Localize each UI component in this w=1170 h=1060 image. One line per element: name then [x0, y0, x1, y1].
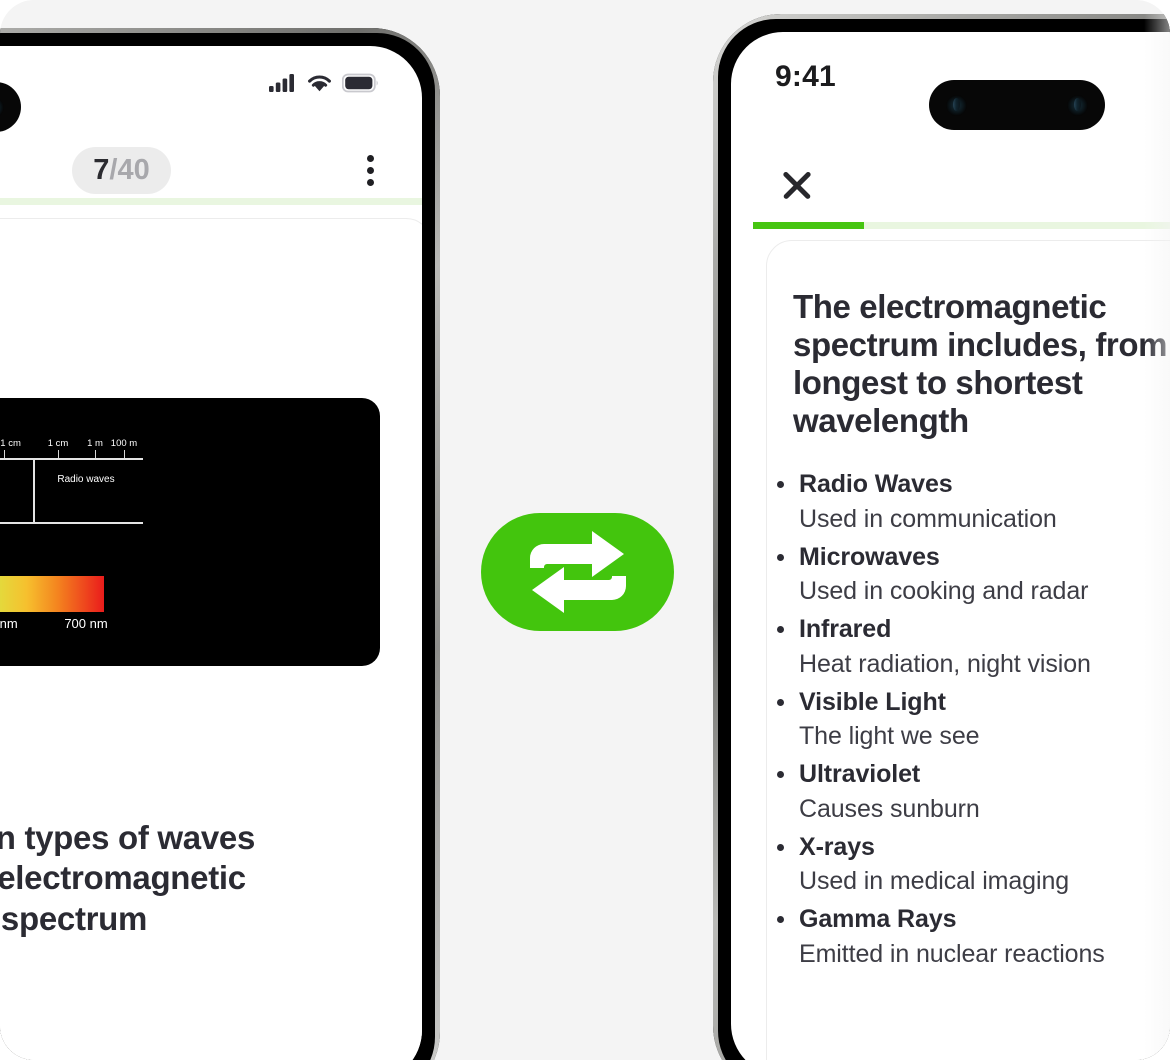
- answer-term: Infrared: [770, 613, 1170, 646]
- list-item: Microwaves Used in cooking and radar: [770, 541, 1170, 610]
- left-question-line-2: in the electromagnetic: [0, 859, 246, 897]
- spectrum-band-label: Radio waves: [57, 474, 115, 485]
- face-id-sensor-icon: [1067, 94, 1088, 116]
- left-progress-track: [0, 198, 422, 205]
- answer-term: Gamma Rays: [770, 903, 1170, 936]
- wifi-icon: [308, 75, 331, 92]
- left-card-counter-chip[interactable]: 7/40: [72, 146, 171, 194]
- answer-desc: Emitted in nuclear reactions: [799, 939, 1105, 968]
- battery-icon: [342, 73, 378, 93]
- left-counter-total: 40: [117, 153, 150, 186]
- list-item: Radio Waves Used in communication: [770, 468, 1170, 537]
- list-item: Infrared Heat radiation, night vision: [770, 613, 1170, 682]
- left-question-text: he main types of waves in the electromag…: [0, 818, 380, 939]
- right-nav-row: 7/40: [731, 156, 1170, 214]
- swap-flip-arrows-icon: [529, 531, 626, 613]
- spectrum-tick-label: 1 cm: [47, 438, 69, 449]
- answer-desc: Causes sunburn: [799, 794, 980, 823]
- answer-desc: The light we see: [799, 722, 980, 750]
- status-bar-time: 9:41: [775, 60, 836, 93]
- answer-desc: Used in medical imaging: [799, 867, 1070, 895]
- wavelength-label: 700 nm: [64, 616, 108, 631]
- close-x-icon[interactable]: [775, 163, 819, 207]
- left-question-line-1: he main types of waves: [0, 819, 256, 856]
- screenshot-stage: 7/40 nm 0.01 nm 10 nm 1000 nm 0.01 cm 1 …: [0, 0, 1170, 1060]
- answer-term: Visible Light: [770, 686, 1170, 719]
- spectrum-tick-label: 100 m: [110, 438, 138, 449]
- right-progress-track: [753, 222, 1170, 229]
- answer-term: Ultraviolet: [770, 758, 1170, 791]
- answer-desc: Heat radiation, night vision: [799, 649, 1091, 678]
- front-camera-icon: [946, 94, 967, 116]
- answer-term: Radio Waves: [770, 468, 1170, 501]
- answer-title: The electromagnetic spectrum includes, f…: [793, 288, 1168, 440]
- visible-light-gradient: [0, 576, 104, 612]
- left-kebab-menu-icon[interactable]: [361, 149, 380, 192]
- electromagnetic-spectrum-diagram: nm 0.01 nm 10 nm 1000 nm 0.01 cm 1 cm 1 …: [0, 398, 380, 666]
- visible-light-callout-lines: [0, 522, 143, 567]
- right-progress-fill: [753, 222, 864, 229]
- left-question-line-3: spectrum: [0, 899, 148, 937]
- list-item: X-rays Used in medical imaging: [770, 831, 1170, 900]
- answer-term: X-rays: [770, 831, 1170, 864]
- left-nav-row: 7/40: [0, 141, 422, 199]
- spectrum-tick-label: 1 m: [87, 438, 103, 449]
- wavelength-label: 600 nm: [0, 616, 18, 631]
- answer-list: Radio Waves Used in communication Microw…: [770, 468, 1170, 976]
- list-item: Visible Light The light we see: [770, 686, 1170, 755]
- right-dynamic-island: [929, 80, 1105, 130]
- answer-term: Microwaves: [770, 541, 1170, 574]
- spectrum-tick-label: 0.01 cm: [0, 438, 21, 449]
- answer-desc: Used in communication: [799, 504, 1057, 533]
- face-id-sensor-icon: [0, 96, 4, 118]
- swap-flip-card-button[interactable]: [481, 513, 674, 631]
- list-item: Gamma Rays Emitted in nuclear reactions: [770, 903, 1170, 972]
- cellular-signal-icon: [269, 74, 294, 92]
- answer-desc: Used in cooking and radar: [799, 577, 1089, 605]
- list-item: Ultraviolet Causes sunburn: [770, 758, 1170, 827]
- left-counter-current: 7: [93, 153, 110, 186]
- left-status-bar: [0, 56, 422, 110]
- left-status-icons: [269, 73, 380, 93]
